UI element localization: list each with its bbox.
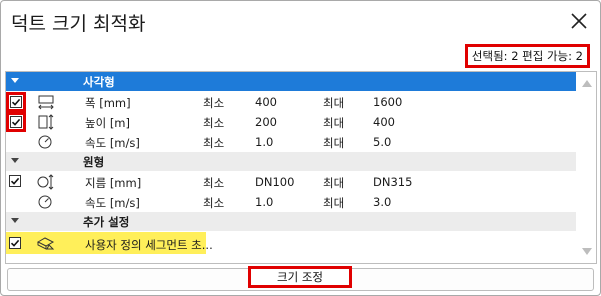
diameter-icon xyxy=(37,174,54,190)
velocity-gauge-icon xyxy=(38,195,52,209)
min-value[interactable]: 200 xyxy=(255,115,277,129)
max-value[interactable]: 3.0 xyxy=(373,195,391,209)
scroll-up-arrow-icon[interactable] xyxy=(582,80,592,87)
max-label: 최대 xyxy=(323,196,345,210)
min-label: 최소 xyxy=(203,176,225,190)
min-value[interactable]: 1.0 xyxy=(255,195,273,209)
item-name: 지름 [mm] xyxy=(85,176,142,190)
item-name: 사용자 정의 세그먼트 초... xyxy=(85,238,213,252)
custom-segment-icon xyxy=(36,237,55,250)
scroll-down-arrow-icon[interactable] xyxy=(582,248,592,255)
min-label: 최소 xyxy=(203,96,225,110)
title-bar: 덕트 크기 최적화 xyxy=(1,1,600,41)
custom-segment-checkbox[interactable] xyxy=(9,237,21,249)
vertical-scrollbar[interactable] xyxy=(577,72,596,263)
group-label: 사각형 xyxy=(83,75,115,89)
max-value[interactable]: 5.0 xyxy=(373,135,391,149)
resize-button-label: 크기 조정 xyxy=(248,266,352,288)
dialog-title: 덕트 크기 최적화 xyxy=(11,13,146,35)
min-value[interactable]: 400 xyxy=(255,95,277,109)
width-dimension-icon xyxy=(38,95,54,110)
velocity-gauge-icon xyxy=(38,135,52,149)
summary-row: 선택됨: 2 편집 가능: 2 xyxy=(1,41,600,68)
max-value[interactable]: 400 xyxy=(373,115,395,129)
width-checkbox[interactable] xyxy=(10,96,22,108)
height-checkbox[interactable] xyxy=(10,116,22,128)
collapse-triangle-icon[interactable] xyxy=(11,158,19,163)
diameter-checkbox[interactable] xyxy=(9,175,21,187)
item-name: 속도 [m/s] xyxy=(85,136,140,150)
close-icon xyxy=(571,13,587,29)
group-label: 추가 설정 xyxy=(83,215,130,229)
dialog-window: 덕트 크기 최적화 선택됨: 2 편집 가능: 2 사각형 폭 [mm] 최소 … xyxy=(0,0,601,296)
min-value[interactable]: 1.0 xyxy=(255,135,273,149)
max-label: 최대 xyxy=(323,116,345,130)
parameter-list: 사각형 폭 [mm] 최소 400 최대 1600 높이 [m] 최소 200 … xyxy=(5,71,597,264)
collapse-triangle-icon[interactable] xyxy=(11,218,19,223)
min-value[interactable]: DN100 xyxy=(255,175,294,189)
group-header-additional-settings[interactable]: 추가 설정 xyxy=(6,212,576,231)
checkmark-icon xyxy=(11,98,21,106)
max-value[interactable]: 1600 xyxy=(373,95,402,109)
item-name: 속도 [m/s] xyxy=(85,196,140,210)
min-label: 최소 xyxy=(203,136,225,150)
checkbox-highlight xyxy=(6,112,26,132)
min-label: 최소 xyxy=(203,116,225,130)
collapse-triangle-icon[interactable] xyxy=(11,78,19,83)
resize-button[interactable]: 크기 조정 xyxy=(7,266,594,291)
checkmark-icon xyxy=(10,177,20,185)
close-button[interactable] xyxy=(568,10,590,32)
item-name: 높이 [m] xyxy=(85,116,130,130)
min-label: 최소 xyxy=(203,196,225,210)
group-label: 원형 xyxy=(83,155,105,169)
max-label: 최대 xyxy=(323,136,345,150)
max-label: 최대 xyxy=(323,176,345,190)
item-name: 폭 [mm] xyxy=(85,96,131,110)
checkmark-icon xyxy=(11,118,21,126)
list-item-velocity-round[interactable]: 속도 [m/s] 최소 1.0 최대 3.0 xyxy=(6,192,576,212)
list-item-diameter[interactable]: 지름 [mm] 최소 DN100 최대 DN315 xyxy=(6,172,576,192)
checkmark-icon xyxy=(10,239,20,247)
height-dimension-icon xyxy=(38,114,54,130)
max-value[interactable]: DN315 xyxy=(373,175,412,189)
group-header-round[interactable]: 원형 xyxy=(6,152,576,171)
checkbox-highlight xyxy=(6,92,26,112)
list-item-velocity-rect[interactable]: 속도 [m/s] 최소 1.0 최대 5.0 xyxy=(6,132,576,152)
parameter-list-content: 사각형 폭 [mm] 최소 400 최대 1600 높이 [m] 최소 200 … xyxy=(6,72,576,263)
group-header-rectangular[interactable]: 사각형 xyxy=(6,72,576,91)
list-item-width[interactable]: 폭 [mm] 최소 400 최대 1600 xyxy=(6,92,576,112)
list-item-custom-segment[interactable]: 사용자 정의 세그먼트 초... xyxy=(6,232,213,254)
selection-summary: 선택됨: 2 편집 가능: 2 xyxy=(464,44,590,68)
max-label: 최대 xyxy=(323,96,345,110)
list-item-height[interactable]: 높이 [m] 최소 200 최대 400 xyxy=(6,112,576,132)
